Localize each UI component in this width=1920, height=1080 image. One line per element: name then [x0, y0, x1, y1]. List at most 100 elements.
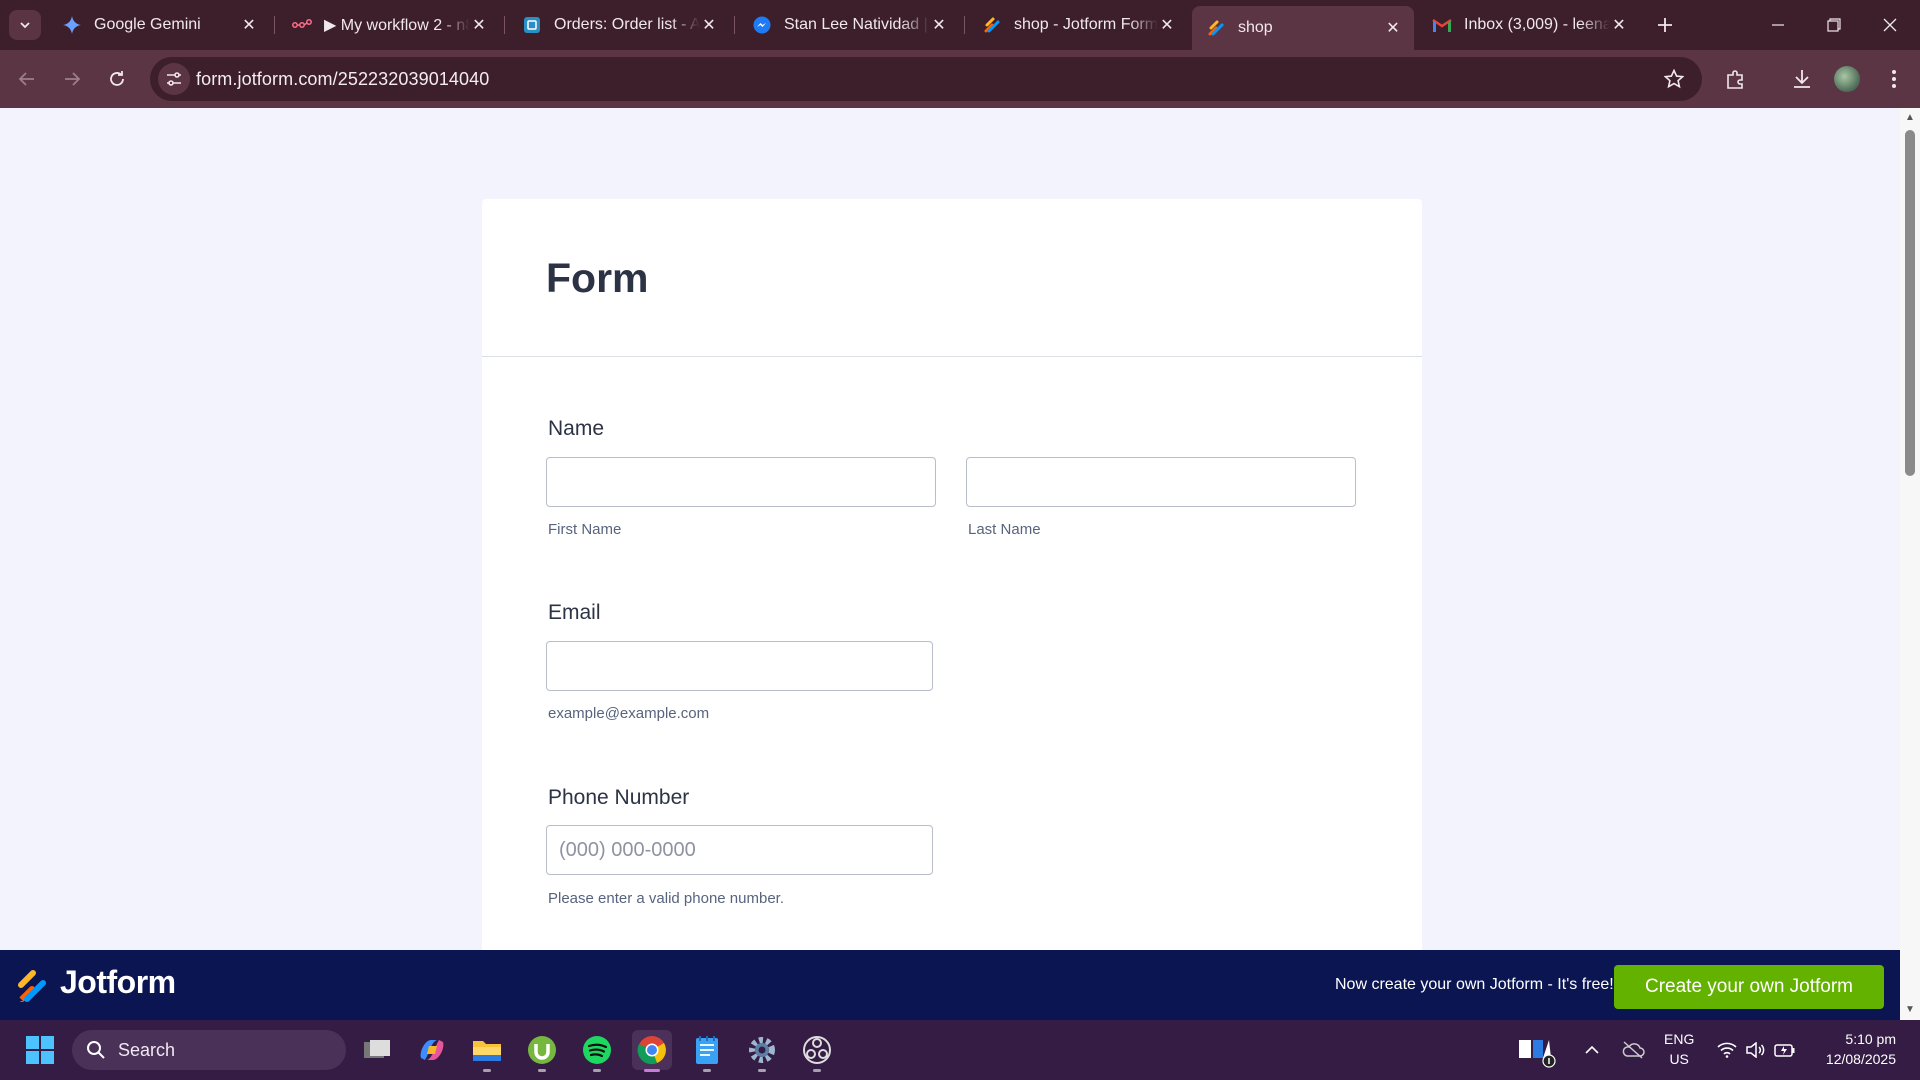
close-icon[interactable]: ✕ — [240, 16, 258, 34]
jotform-logo-icon[interactable] — [16, 967, 48, 1003]
close-icon[interactable]: ✕ — [1384, 19, 1402, 37]
close-icon[interactable]: ✕ — [930, 16, 948, 34]
windows-logo-icon — [26, 1036, 54, 1064]
jotform-icon — [1206, 18, 1226, 38]
taskbar-file-explorer[interactable] — [467, 1030, 507, 1072]
last-name-input[interactable] — [967, 458, 1355, 506]
tab-separator — [734, 16, 735, 34]
phone-field[interactable] — [546, 825, 933, 875]
phone-label: Phone Number — [548, 786, 690, 809]
start-button[interactable] — [20, 1030, 60, 1070]
running-indicator — [538, 1069, 546, 1072]
address-bar[interactable]: form.jotform.com/252232039014040 — [150, 57, 1702, 101]
taskbar-settings[interactable] — [742, 1030, 782, 1072]
tab-gmail-inbox[interactable]: Inbox (3,009) - leena@ ✕ — [1418, 8, 1640, 42]
network-button[interactable] — [1714, 1020, 1740, 1080]
email-sublabel: example@example.com — [548, 705, 710, 722]
scrollbar-thumb[interactable] — [1905, 130, 1915, 476]
first-name-sublabel: First Name — [548, 521, 622, 538]
reload-button[interactable] — [100, 62, 134, 96]
cloud-off-icon — [1622, 1041, 1645, 1059]
downloads-button[interactable] — [1786, 63, 1818, 95]
battery-button[interactable] — [1772, 1020, 1798, 1080]
running-indicator — [758, 1069, 766, 1072]
tray-app-icon — [1519, 1040, 1556, 1068]
phone-sublabel: Please enter a valid phone number. — [548, 890, 784, 907]
restore-icon — [1827, 18, 1841, 32]
taskbar-copilot[interactable] — [412, 1030, 452, 1070]
taskbar-utorrent[interactable] — [522, 1030, 562, 1072]
bookmark-button[interactable] — [1662, 67, 1686, 91]
reload-icon — [110, 71, 124, 86]
url-text[interactable]: form.jotform.com/252232039014040 — [196, 69, 489, 90]
close-icon[interactable]: ✕ — [1610, 16, 1628, 34]
scroll-up-arrow-icon[interactable]: ▲ — [1904, 112, 1916, 124]
first-name-input[interactable] — [547, 458, 935, 506]
page-scrollbar[interactable]: ▲ ▼ — [1900, 108, 1920, 1020]
volume-button[interactable] — [1742, 1020, 1768, 1080]
page-viewport: Form Name First Name Last Name Email exa… — [0, 108, 1900, 950]
tab-messenger[interactable]: Stan Lee Natividad | Fa ✕ — [738, 8, 960, 42]
email-input[interactable] — [547, 642, 932, 690]
task-view-button[interactable] — [357, 1030, 397, 1070]
n8n-icon — [292, 15, 312, 35]
form-header: Form — [482, 199, 1422, 357]
tab-search-button[interactable] — [9, 10, 41, 40]
tab-orders-list[interactable]: Orders: Order list - Ad ✕ — [508, 8, 730, 42]
chevron-up-icon — [1585, 1045, 1599, 1054]
browser-menu-button[interactable] — [1878, 63, 1910, 95]
new-tab-button[interactable] — [1652, 12, 1678, 38]
onedrive-button[interactable] — [1618, 1020, 1648, 1080]
wifi-icon — [1717, 1042, 1737, 1058]
clock-time: 5:10 pm — [1845, 1031, 1896, 1047]
close-icon — [1883, 18, 1897, 32]
system-clock[interactable]: 5:10 pm 12/08/2025 — [1812, 1029, 1896, 1069]
email-field[interactable] — [546, 641, 933, 691]
tab-separator — [274, 16, 275, 34]
running-indicator — [593, 1069, 601, 1072]
close-window-button[interactable] — [1862, 0, 1918, 50]
close-icon[interactable]: ✕ — [1158, 16, 1176, 34]
tab-n8n-workflow[interactable]: ▶ My workflow 2 - n8n ✕ — [278, 8, 500, 42]
site-info-button[interactable] — [158, 63, 190, 95]
copilot-icon — [420, 1040, 444, 1060]
tray-app-button[interactable] — [1514, 1020, 1560, 1080]
language-indicator[interactable]: ENG US — [1664, 1029, 1694, 1069]
phone-input[interactable] — [547, 826, 932, 874]
extensions-button[interactable] — [1720, 63, 1752, 95]
star-icon — [1664, 69, 1684, 89]
close-icon[interactable]: ✕ — [470, 16, 488, 34]
tab-shop[interactable]: shop ✕ — [1192, 6, 1414, 50]
more-vertical-icon — [1892, 70, 1896, 88]
forward-button[interactable] — [55, 62, 89, 96]
name-label: Name — [548, 417, 605, 440]
notepad-icon — [696, 1036, 718, 1064]
running-indicator — [483, 1069, 491, 1072]
taskbar-obs[interactable] — [797, 1030, 837, 1072]
profile-button[interactable] — [1831, 63, 1863, 95]
tab-shop-jotform-forms[interactable]: shop - Jotform Forms ✕ — [968, 8, 1188, 42]
gear-icon — [749, 1037, 775, 1063]
show-hidden-icons-button[interactable] — [1578, 1020, 1606, 1080]
scroll-down-arrow-icon[interactable]: ▼ — [1904, 1004, 1916, 1016]
taskbar-notepad[interactable] — [687, 1030, 727, 1072]
taskbar-chrome[interactable] — [632, 1030, 672, 1072]
taskbar-spotify[interactable] — [577, 1030, 617, 1072]
tab-google-gemini[interactable]: Google Gemini ✕ — [48, 8, 270, 42]
search-label: Search — [118, 1039, 176, 1060]
close-icon[interactable]: ✕ — [700, 16, 718, 34]
arrow-right-icon — [65, 72, 81, 86]
restore-button[interactable] — [1806, 0, 1862, 50]
chevron-down-icon — [20, 22, 30, 29]
back-button[interactable] — [10, 62, 44, 96]
first-name-field[interactable] — [546, 457, 936, 507]
create-jotform-button[interactable]: Create your own Jotform — [1614, 965, 1884, 1009]
gmail-icon — [1432, 15, 1452, 35]
jotform-brand-name[interactable]: Jotform — [60, 964, 176, 1001]
avatar — [1834, 66, 1860, 92]
last-name-field[interactable] — [966, 457, 1356, 507]
taskbar-search[interactable]: Search — [72, 1030, 346, 1070]
tab-title: ▶ My workflow 2 - n8n — [324, 17, 470, 34]
windows-taskbar: Search ENG US 5:10 pm 12/08/2025 — [0, 1020, 1920, 1080]
minimize-button[interactable] — [1750, 0, 1806, 50]
